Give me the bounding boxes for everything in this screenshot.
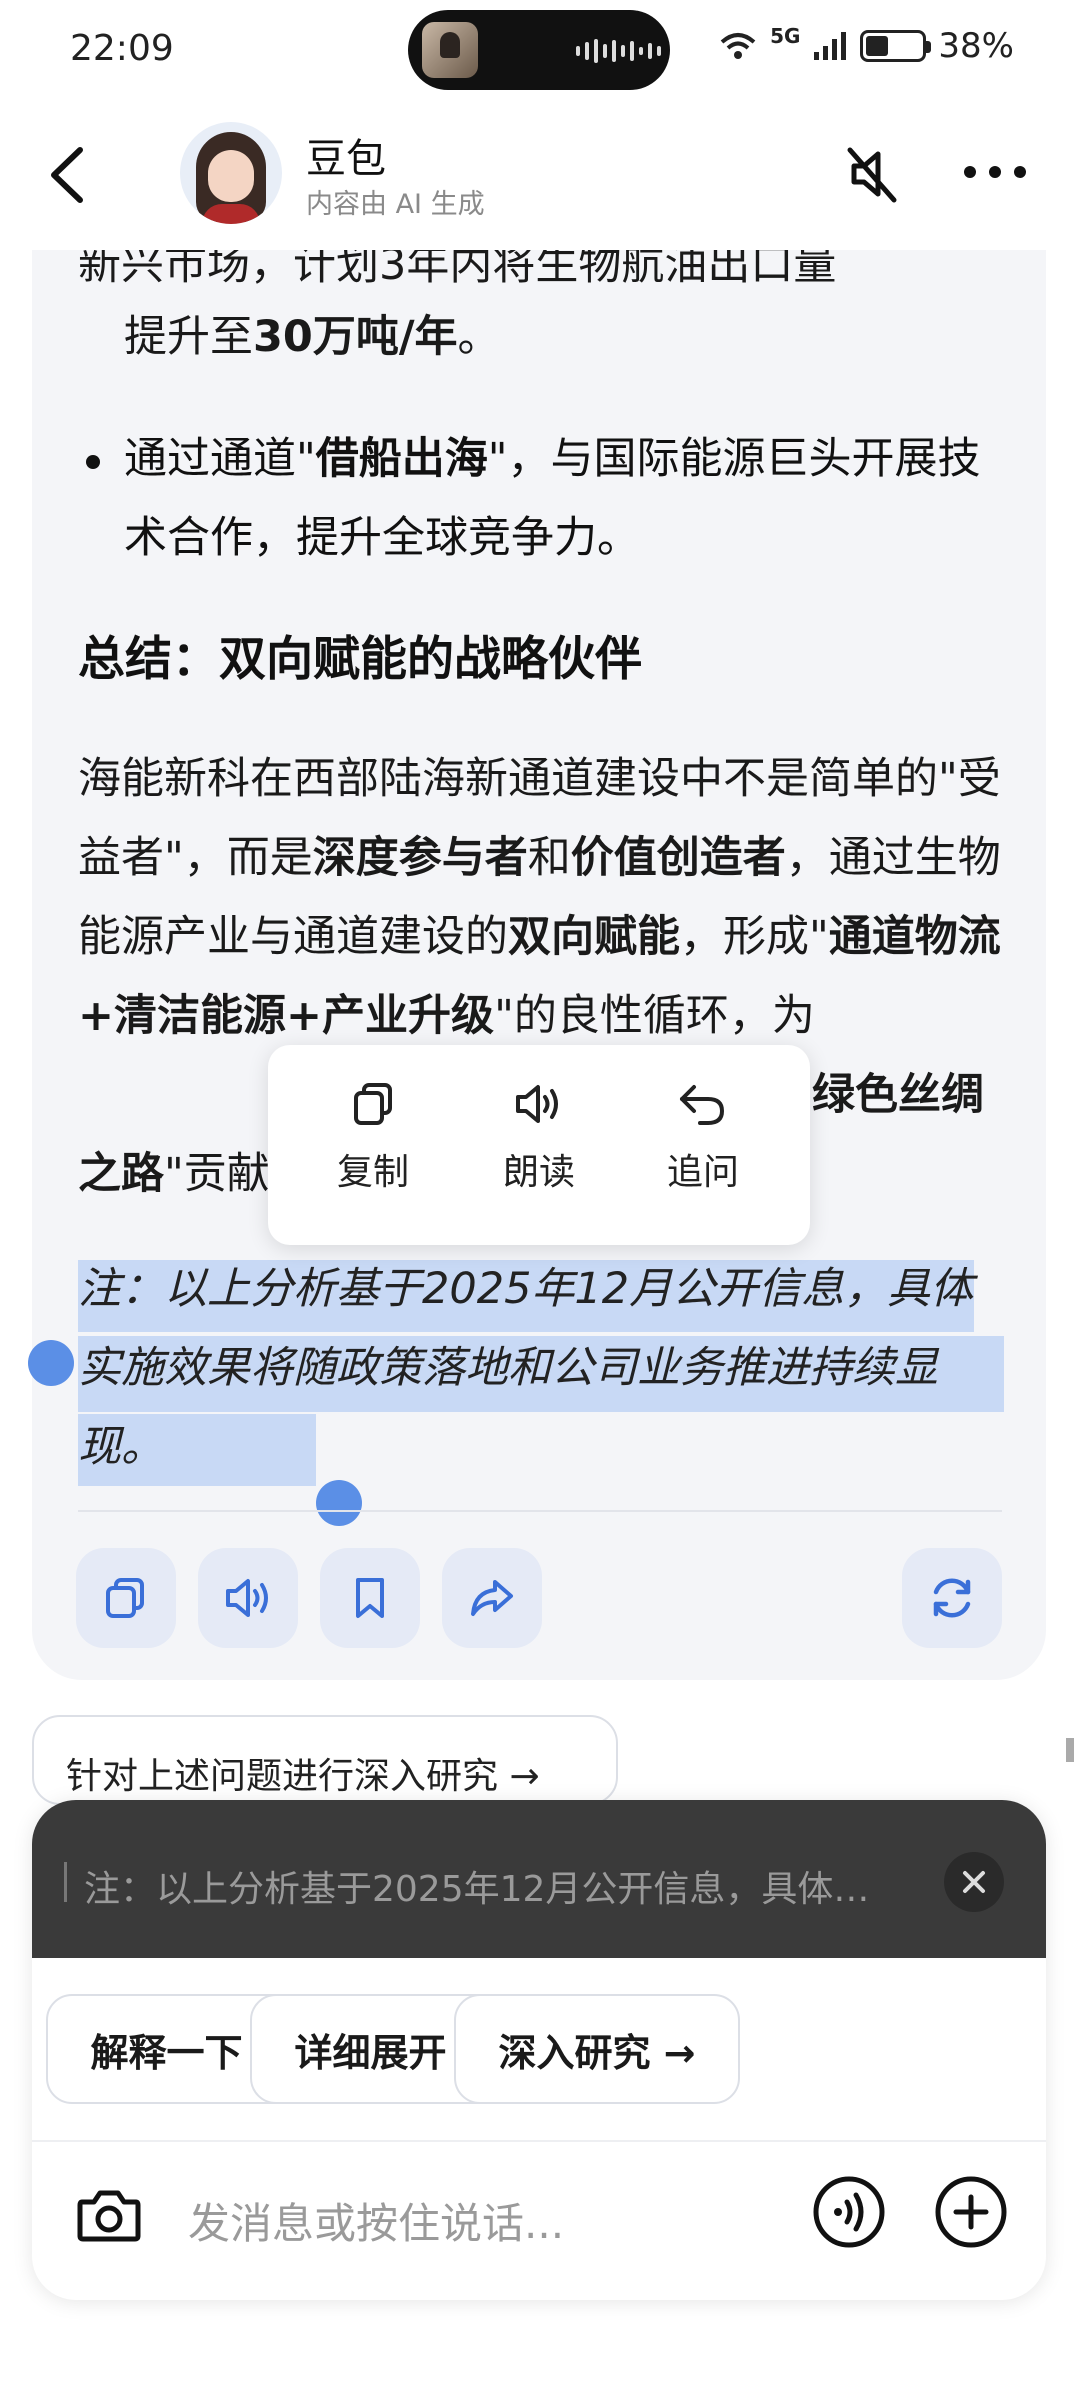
section-heading: 总结：双向赋能的战略伙伴	[78, 632, 642, 687]
copy-icon	[354, 1083, 392, 1125]
avatar[interactable]	[180, 122, 282, 224]
more-button[interactable]	[960, 152, 1030, 192]
deep-research-suggestion[interactable]: 针对上述问题进行深入研究 →	[32, 1715, 618, 1805]
chat-header: 豆包 内容由 AI 生成	[0, 100, 1080, 250]
popup-ask-button[interactable]: 追问	[638, 1079, 768, 1195]
message-input[interactable]: 发消息或按住说话...	[188, 2190, 564, 2251]
quoted-text: 注：以上分析基于2025年12月公开信息，具体…	[84, 1869, 870, 1910]
bold-text: 双向赋能	[508, 912, 680, 962]
regenerate-button[interactable]	[902, 1548, 1002, 1648]
quoted-text-bar: 注：以上分析基于2025年12月公开信息，具体…	[32, 1800, 1046, 1958]
battery-percent: 38%	[938, 26, 1014, 66]
bold-text: 借船出海	[315, 434, 488, 484]
status-time: 22:09	[70, 28, 174, 69]
popup-read-label: 朗读	[502, 1152, 575, 1193]
speaker-muted-icon	[847, 147, 897, 203]
remove-quote-button[interactable]	[944, 1852, 1004, 1912]
paragraph-text: "的良性循环，为	[494, 991, 815, 1041]
now-playing-artwork	[422, 22, 478, 78]
read-aloud-button[interactable]	[198, 1548, 298, 1648]
share-button[interactable]	[442, 1548, 542, 1648]
bookmark-icon	[356, 1578, 384, 1618]
paragraph-text: ，形成"	[680, 912, 829, 962]
popup-copy-button[interactable]: 复制	[308, 1079, 438, 1195]
selection-end-handle[interactable]	[316, 1480, 362, 1526]
deep-research-label: 针对上述问题进行深入研究 →	[66, 1756, 540, 1797]
status-bar: 22:09 5G 38%	[0, 0, 1080, 100]
cell-signal-icon	[814, 32, 847, 60]
add-attachment-button[interactable]	[934, 2175, 1008, 2249]
bold-text: 深度参与者	[312, 833, 528, 883]
popup-copy-label: 复制	[336, 1152, 409, 1193]
message-divider	[78, 1510, 1002, 1512]
close-icon	[963, 1871, 985, 1893]
research-chip[interactable]: 深入研究 →	[454, 1994, 740, 2104]
popup-read-button[interactable]: 朗读	[474, 1079, 604, 1195]
voice-wave-icon	[813, 2176, 885, 2248]
quote-marker	[64, 1862, 67, 1902]
more-dots-icon	[964, 166, 1026, 178]
bold-text: 之路	[78, 1149, 164, 1199]
bold-text: 30万吨/年	[253, 312, 458, 362]
bold-text: 价值创造者	[570, 833, 786, 883]
text-selection-menu: 复制 朗读 追问	[268, 1045, 810, 1245]
summary-paragraph: 海能新科在西部陆海新通道建设中不是简单的"受益者"，而是深度参与者和价值创造者，…	[78, 740, 1008, 1056]
message-line: 提升至30万吨/年。	[124, 312, 501, 362]
refresh-icon	[933, 1578, 971, 1618]
signal-label: 5G	[770, 24, 801, 48]
scrollbar[interactable]	[1066, 1738, 1074, 1762]
selected-note-text[interactable]: 注：以上分析基于2025年12月公开信息，具体实施效果将随政策落地和公司业务推进…	[78, 1250, 1008, 1487]
speaker-icon	[226, 1579, 268, 1617]
camera-icon	[77, 2190, 141, 2242]
composer-panel: 注：以上分析基于2025年12月公开信息，具体… 解释一下 → 详细展开 → 深…	[32, 1800, 1046, 2300]
composer-divider	[32, 2140, 1046, 2142]
voice-call-button[interactable]	[812, 2175, 886, 2249]
back-button[interactable]	[40, 140, 100, 210]
bullet-dot	[86, 455, 100, 469]
battery-icon	[860, 30, 932, 62]
ai-disclaimer: 内容由 AI 生成	[306, 189, 485, 220]
camera-button[interactable]	[74, 2180, 144, 2250]
dynamic-island[interactable]	[408, 10, 670, 90]
copy-icon	[106, 1578, 144, 1618]
reply-icon	[680, 1085, 725, 1125]
chevron-left-icon	[51, 147, 83, 203]
status-icons: 5G 38%	[718, 24, 1014, 66]
paragraph-text: 和	[527, 833, 571, 883]
copy-message-button[interactable]	[76, 1548, 176, 1648]
popup-ask-label: 追问	[666, 1152, 739, 1193]
paragraph-line-tail: 绿色丝绸	[812, 1070, 984, 1120]
plus-icon	[935, 2176, 1007, 2248]
selection-start-handle[interactable]	[28, 1340, 74, 1386]
audio-wave-icon	[576, 38, 661, 64]
share-icon	[471, 1580, 513, 1616]
bot-name: 豆包	[306, 136, 386, 182]
speaker-icon	[516, 1085, 558, 1123]
wifi-icon	[720, 33, 756, 59]
bookmark-button[interactable]	[320, 1548, 420, 1648]
bullet-item: 通过通道"借船出海"，与国际能源巨头开展技术合作，提升全球竞争力。	[124, 434, 981, 563]
mute-button[interactable]	[840, 142, 904, 206]
